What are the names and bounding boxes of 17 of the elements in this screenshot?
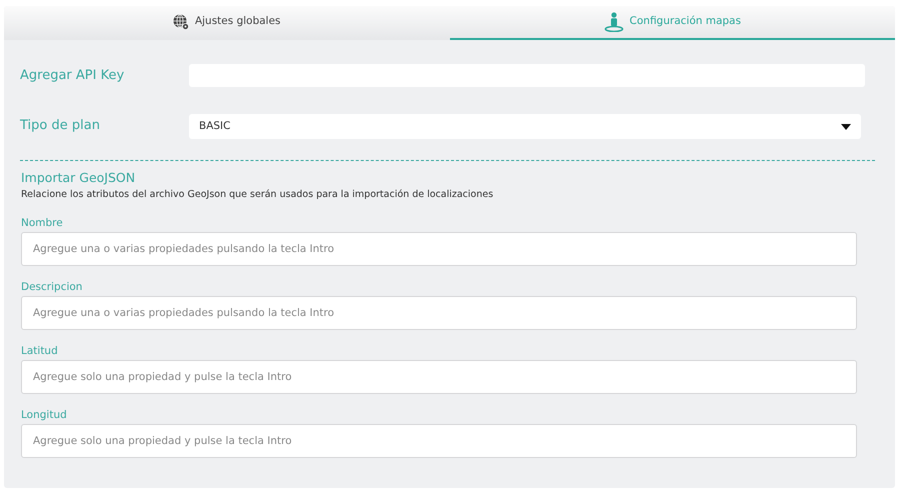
field-label: Descripcion	[21, 280, 84, 294]
tab[interactable]: Ajustes globales	[4, 6, 450, 40]
input-field[interactable]: Agregue una o varias propiedades pulsando la tecla Intro	[21, 296, 857, 330]
section-description: Relacione los atributos del archivo GeoJson que serán usados para la importación de localizaciones	[21, 188, 494, 202]
field-label: Nombre	[21, 216, 64, 230]
caret-icon	[841, 124, 851, 130]
globe-gear-icon	[172, 14, 189, 30]
input-field[interactable]: Agregue una o varias propiedades pulsando la tecla Intro	[21, 232, 857, 266]
field-label: Latitud	[21, 344, 59, 358]
input-field[interactable]: Agregue solo una propiedad y pulse la tecla Intro	[21, 424, 857, 458]
section-title: Importar GeoJSON	[21, 169, 136, 187]
plan-dropdown[interactable]: BASIC	[189, 114, 861, 139]
person-pin-icon	[604, 12, 624, 32]
field-label: Tipo de plan	[20, 117, 101, 135]
field-label: Agregar API Key	[20, 67, 126, 85]
input-field[interactable]: Agregue solo una propiedad y pulse la tecla Intro	[21, 360, 857, 394]
field-label: Longitud	[21, 408, 68, 422]
